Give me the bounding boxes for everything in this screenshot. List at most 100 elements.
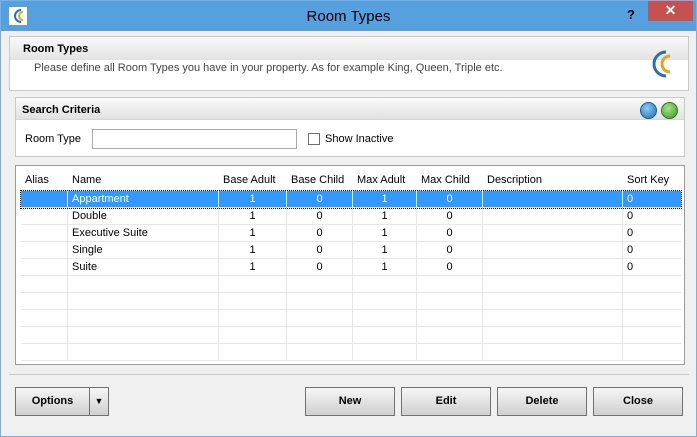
- window-title: Room Types: [306, 8, 391, 25]
- empty-cell: [287, 327, 353, 344]
- cell-description: [483, 208, 623, 225]
- header-title: Room Types: [23, 43, 89, 55]
- empty-cell: [417, 276, 483, 293]
- table-row[interactable]: Single 1 0 1 0 0: [21, 242, 681, 259]
- cell-max-child: 0: [417, 208, 483, 225]
- empty-cell: [68, 276, 219, 293]
- col-max-child[interactable]: Max Child: [417, 169, 483, 191]
- refresh-icon[interactable]: [661, 102, 678, 119]
- empty-cell: [417, 344, 483, 361]
- cell-sort-key: 0: [623, 191, 681, 208]
- empty-cell: [483, 293, 623, 310]
- empty-cell: [483, 276, 623, 293]
- cell-max-child: 0: [417, 191, 483, 208]
- grid-header: Alias Name Base Adult Base Child Max Adu…: [21, 169, 681, 191]
- empty-cell: [623, 327, 681, 344]
- empty-cell: [219, 327, 287, 344]
- cell-max-adult: 1: [353, 242, 417, 259]
- footer-divider: [9, 374, 689, 375]
- close-button[interactable]: Close: [593, 387, 683, 416]
- empty-cell: [219, 276, 287, 293]
- empty-cell: [219, 344, 287, 361]
- cell-name: Appartment: [68, 191, 219, 208]
- cell-max-adult: 1: [353, 259, 417, 276]
- cell-base-adult: 1: [219, 225, 287, 242]
- empty-cell: [417, 327, 483, 344]
- cell-name: Double: [68, 208, 219, 225]
- empty-cell: [287, 344, 353, 361]
- cell-base-adult: 1: [219, 259, 287, 276]
- empty-cell: [21, 327, 68, 344]
- title-bar[interactable]: Room Types ? ✕: [1, 1, 696, 31]
- window-close-button[interactable]: ✕: [648, 1, 693, 21]
- cell-base-child: 0: [287, 208, 353, 225]
- help-button[interactable]: ?: [621, 5, 641, 25]
- cell-alias: [21, 225, 68, 242]
- empty-cell: [68, 293, 219, 310]
- empty-table-row: [21, 310, 681, 327]
- empty-cell: [483, 310, 623, 327]
- cell-base-child: 0: [287, 191, 353, 208]
- table-row[interactable]: Executive Suite 1 0 1 0 0: [21, 225, 681, 242]
- col-base-child[interactable]: Base Child: [287, 169, 353, 191]
- empty-cell: [68, 344, 219, 361]
- options-dropdown-button[interactable]: ▼: [89, 387, 109, 416]
- empty-cell: [623, 276, 681, 293]
- cell-description: [483, 191, 623, 208]
- col-description[interactable]: Description: [483, 169, 623, 191]
- show-inactive-checkbox[interactable]: [308, 133, 320, 145]
- empty-cell: [623, 310, 681, 327]
- empty-cell: [219, 293, 287, 310]
- cell-base-adult: 1: [219, 242, 287, 259]
- col-alias[interactable]: Alias: [21, 169, 68, 191]
- search-icon[interactable]: [640, 102, 657, 119]
- new-button[interactable]: New: [305, 387, 395, 416]
- cell-base-adult: 1: [219, 208, 287, 225]
- cell-alias: [21, 208, 68, 225]
- table-row[interactable]: Appartment 1 0 1 0 0: [20, 190, 682, 209]
- cell-description: [483, 259, 623, 276]
- table-row[interactable]: Suite 1 0 1 0 0: [21, 259, 681, 276]
- empty-table-row: [21, 344, 681, 361]
- show-inactive-label: Show Inactive: [325, 133, 394, 145]
- col-max-adult[interactable]: Max Adult: [353, 169, 417, 191]
- cell-description: [483, 225, 623, 242]
- cell-max-child: 0: [417, 242, 483, 259]
- cell-alias: [21, 191, 68, 208]
- empty-cell: [287, 276, 353, 293]
- empty-cell: [623, 293, 681, 310]
- room-types-grid[interactable]: Alias Name Base Adult Base Child Max Adu…: [15, 165, 685, 365]
- cell-base-child: 0: [287, 259, 353, 276]
- cell-sort-key: 0: [623, 242, 681, 259]
- empty-cell: [21, 344, 68, 361]
- cell-alias: [21, 242, 68, 259]
- empty-table-row: [21, 327, 681, 344]
- empty-cell: [21, 276, 68, 293]
- empty-cell: [21, 310, 68, 327]
- col-name[interactable]: Name: [68, 169, 219, 191]
- edit-button[interactable]: Edit: [401, 387, 491, 416]
- empty-cell: [68, 310, 219, 327]
- search-criteria-title: Search Criteria: [22, 104, 101, 116]
- col-base-adult[interactable]: Base Adult: [219, 169, 287, 191]
- options-button[interactable]: Options: [15, 387, 90, 416]
- empty-table-row: [21, 293, 681, 310]
- room-type-input[interactable]: [92, 129, 297, 149]
- cell-base-child: 0: [287, 225, 353, 242]
- delete-button[interactable]: Delete: [497, 387, 587, 416]
- cell-name: Single: [68, 242, 219, 259]
- room-type-label: Room Type: [25, 133, 82, 145]
- cell-max-child: 0: [417, 225, 483, 242]
- table-row[interactable]: Double 1 0 1 0 0: [21, 208, 681, 225]
- search-criteria-panel: Search Criteria Room Type Show Inactive: [15, 97, 685, 157]
- empty-cell: [68, 327, 219, 344]
- cell-max-adult: 1: [353, 208, 417, 225]
- empty-cell: [287, 293, 353, 310]
- header-strip: [10, 37, 688, 60]
- col-sort-key[interactable]: Sort Key: [623, 169, 681, 191]
- empty-cell: [483, 344, 623, 361]
- empty-cell: [219, 310, 287, 327]
- empty-table-row: [21, 276, 681, 293]
- empty-cell: [287, 310, 353, 327]
- empty-cell: [353, 344, 417, 361]
